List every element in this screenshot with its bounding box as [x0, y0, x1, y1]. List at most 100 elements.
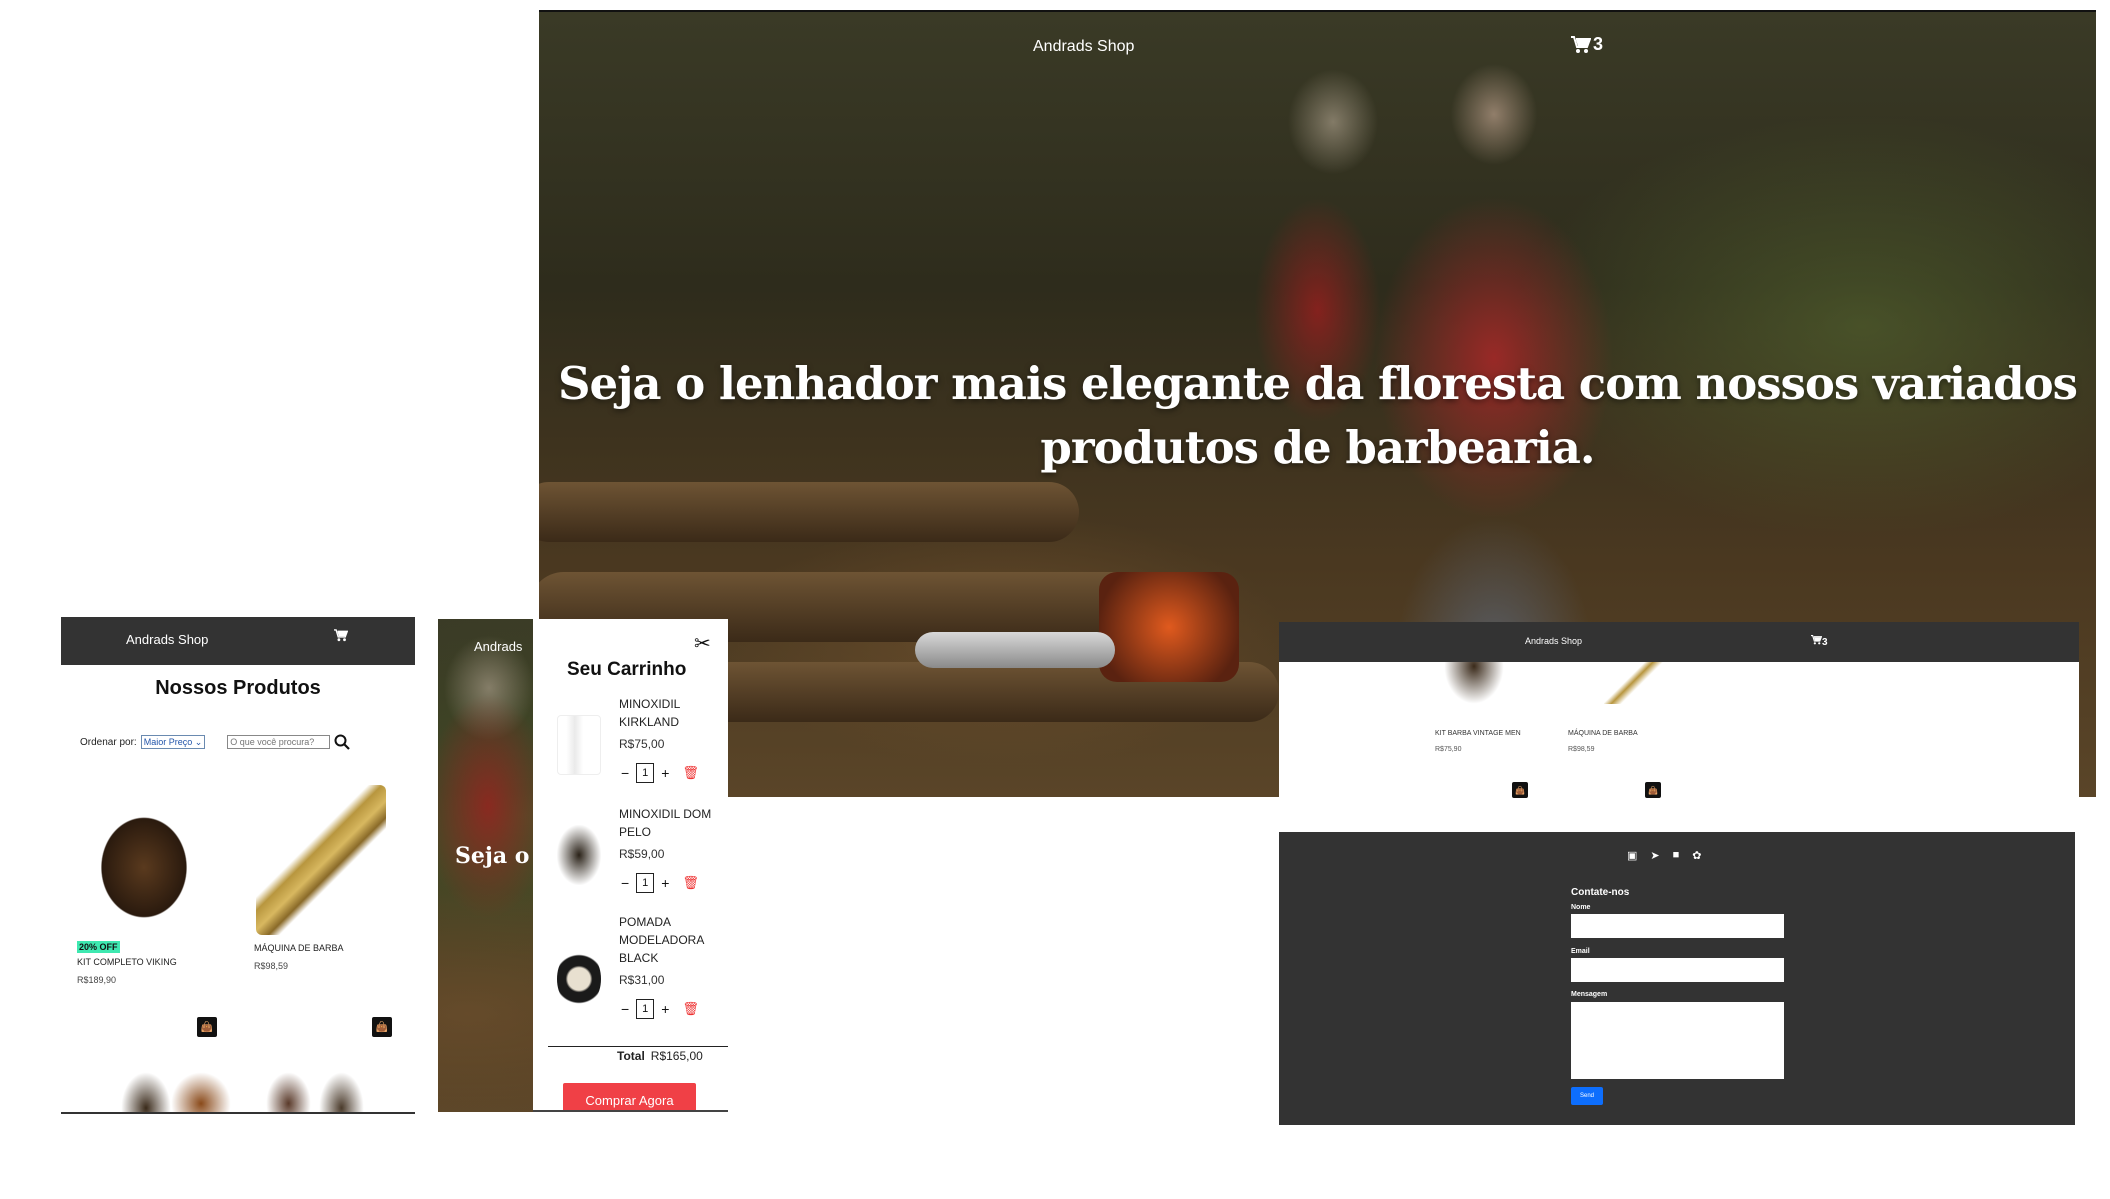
brand-logo[interactable]: Andrads — [474, 639, 522, 654]
product-image — [121, 1072, 171, 1112]
decrease-button[interactable]: − — [621, 1001, 629, 1017]
search-input[interactable] — [227, 735, 331, 749]
brand-logo[interactable]: Andrads Shop — [1525, 636, 1582, 646]
sort-select-value: Maior Preço — [143, 737, 193, 747]
hero-headline: Seja o lenhador mais elegante da florest… — [558, 357, 2078, 474]
cart-item-image — [557, 825, 601, 885]
cart-item-price: R$75,00 — [619, 737, 665, 751]
product-price: R$98,59 — [254, 961, 289, 971]
total-label: Total — [617, 1049, 645, 1063]
product-name: MÁQUINA DE BARBA — [254, 943, 344, 953]
cart-item-name: POMADA MODELADORA BLACK — [619, 915, 704, 965]
add-to-cart-button[interactable]: 👜 — [1512, 782, 1528, 798]
cart-item-image — [557, 949, 601, 1009]
increase-button[interactable]: + — [661, 1001, 669, 1017]
facebook-icon[interactable]: ■ — [1673, 849, 1680, 862]
add-to-cart-button[interactable]: 👜 — [372, 1017, 392, 1037]
cart-item-name: MINOXIDIL KIRKLAND — [619, 697, 680, 729]
cart-item: MINOXIDIL DOM PELO R$59,00 − 1 + 🗑 — [557, 805, 717, 905]
telegram-icon[interactable]: ➤ — [1650, 849, 1659, 862]
product-card[interactable]: MÁQUINA DE BARBA R$98,59 — [246, 785, 396, 971]
sort-label: Ordenar por: — [80, 736, 137, 748]
bag-icon: 👜 — [1515, 785, 1525, 795]
quantity-stepper: − 1 + 🗑 — [621, 873, 699, 893]
log-decoration — [539, 482, 1079, 542]
sort-search-bar: Ordenar por: Maior Preço ⌄ — [80, 734, 351, 750]
bag-icon: 👜 — [375, 1021, 389, 1033]
increase-button[interactable]: + — [661, 765, 669, 781]
mobile-navbar: Andrads Shop — [61, 617, 415, 665]
add-to-cart-button[interactable]: 👜 — [1645, 782, 1661, 798]
section-title: Nossos Produtos — [155, 677, 321, 699]
cart-divider — [548, 1046, 728, 1047]
chainsaw-image — [1099, 572, 1239, 682]
name-field[interactable] — [1571, 914, 1784, 938]
product-card[interactable]: MÁQUINA DE BARBA R$98,59 — [1568, 730, 1638, 753]
trash-icon[interactable]: 🗑 — [682, 765, 699, 781]
twitter-icon[interactable]: ✿ — [1692, 849, 1701, 862]
buy-now-button[interactable]: Comprar Agora — [563, 1083, 696, 1110]
instagram-icon[interactable]: ▣ — [1627, 849, 1637, 862]
product-image — [1444, 662, 1504, 704]
product-price: R$189,90 — [77, 975, 117, 985]
add-to-cart-button[interactable]: 👜 — [197, 1017, 217, 1037]
cart-count: 3 — [1822, 637, 1828, 648]
send-button[interactable]: Send — [1571, 1087, 1603, 1105]
decrease-button[interactable]: − — [621, 765, 629, 781]
name-label: Nome — [1571, 904, 1591, 911]
product-card[interactable]: KIT BARBA VINTAGE MEN R$75,90 — [1435, 730, 1521, 753]
email-label: Email — [1571, 948, 1590, 955]
quantity-stepper: − 1 + 🗑 — [621, 999, 699, 1019]
sort-select[interactable]: Maior Preço ⌄ — [140, 735, 206, 749]
cart-title: Seu Carrinho — [567, 659, 687, 680]
cart-button[interactable]: 3 — [1811, 635, 1828, 648]
cart-item: POMADA MODELADORA BLACK R$31,00 − 1 + 🗑 — [557, 913, 717, 1033]
product-image — [171, 1072, 231, 1112]
product-image — [1604, 662, 1664, 704]
product-image — [319, 1072, 364, 1112]
quantity-value[interactable]: 1 — [636, 873, 655, 893]
bag-icon: 👜 — [1648, 785, 1658, 795]
desktop-navbar: Andrads Shop 3 — [1279, 622, 2079, 662]
cart-item-image — [557, 715, 601, 775]
quantity-value[interactable]: 1 — [636, 999, 655, 1019]
product-image — [266, 1072, 311, 1112]
cart-item-name: MINOXIDIL DOM PELO — [619, 807, 712, 839]
brand-logo[interactable]: Andrads Shop — [126, 632, 208, 647]
cart-drawer: ✂ Seu Carrinho MINOXIDIL KIRKLAND R$75,0… — [533, 619, 728, 1112]
search-icon[interactable] — [334, 734, 351, 750]
social-icons: ▣ ➤ ■ ✿ — [1627, 849, 1702, 862]
product-price: R$75,90 — [1435, 746, 1462, 753]
total-value: R$165,00 — [650, 1049, 703, 1063]
trash-icon[interactable]: 🗑 — [682, 875, 699, 891]
product-image — [79, 785, 209, 935]
cart-icon — [1811, 635, 1823, 645]
mobile-catalog-screen: Andrads Shop Nossos Produtos Ordenar por… — [61, 617, 415, 1114]
decrease-button[interactable]: − — [621, 875, 629, 891]
cart-item-price: R$59,00 — [619, 847, 665, 861]
hero-headline-partial: Seja o elegar com no — [455, 843, 538, 869]
discount-badge: 20% OFF — [77, 941, 120, 953]
message-field[interactable] — [1571, 1002, 1784, 1079]
mobile-cart-background: Andrads Seja o elegar com no — [438, 619, 538, 1112]
trash-icon[interactable]: 🗑 — [682, 1001, 699, 1017]
footer-contact-section: ▣ ➤ ■ ✿ Contate-nos Nome Email Mensagem … — [1279, 832, 2075, 1125]
cart-button[interactable]: 3 — [1571, 34, 1603, 55]
product-card[interactable]: 20% OFF KIT COMPLETO VIKING R$189,90 — [69, 785, 219, 985]
brand-logo[interactable]: Andrads Shop — [1033, 38, 1134, 56]
message-label: Mensagem — [1571, 991, 1608, 998]
cart-icon — [334, 629, 349, 642]
increase-button[interactable]: + — [661, 875, 669, 891]
bag-icon: 👜 — [200, 1021, 214, 1033]
cart-button[interactable] — [334, 629, 349, 645]
close-icon[interactable]: ✂ — [694, 631, 711, 656]
product-price: R$98,59 — [1568, 746, 1595, 753]
desktop-products-screen: Andrads Shop 3 KIT BARBA VINTAGE MEN R$7… — [1279, 622, 2079, 798]
quantity-value[interactable]: 1 — [636, 763, 655, 783]
cart-total: Total R$165,00 — [617, 1049, 703, 1063]
email-field[interactable] — [1571, 958, 1784, 982]
contact-title: Contate-nos — [1571, 887, 1630, 898]
product-name: MÁQUINA DE BARBA — [1568, 730, 1638, 737]
quantity-stepper: − 1 + 🗑 — [621, 763, 699, 783]
cart-item-price: R$31,00 — [619, 973, 665, 987]
